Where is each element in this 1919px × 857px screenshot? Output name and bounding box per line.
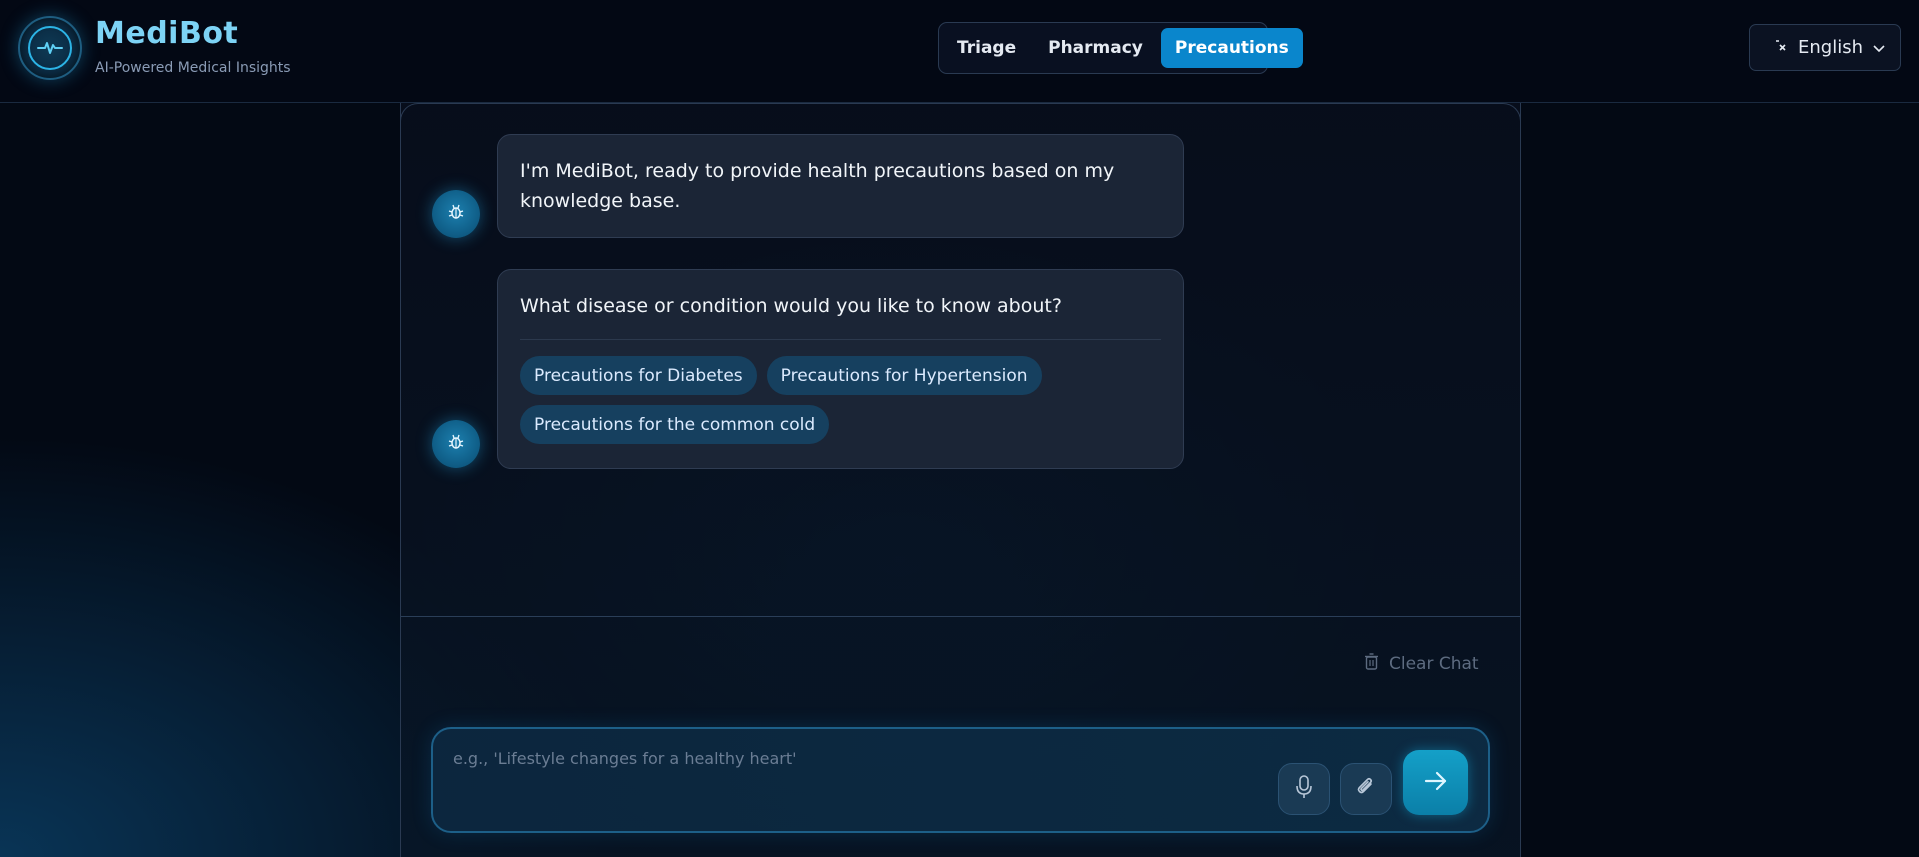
- microphone-icon: [1295, 775, 1313, 803]
- app-title: MediBot: [95, 16, 239, 51]
- message-text: What disease or condition would you like…: [520, 295, 1062, 317]
- panel-divider: [401, 616, 1520, 617]
- heartbeat-icon: [28, 26, 72, 70]
- translate-icon: [1774, 37, 1788, 58]
- clear-chat-label: Clear Chat: [1389, 654, 1479, 674]
- bot-avatar: [432, 420, 480, 468]
- suggestion-chip[interactable]: Precautions for Hypertension: [766, 356, 1042, 395]
- tab-precautions[interactable]: Precautions: [1160, 28, 1303, 68]
- bug-icon: [447, 433, 465, 455]
- app-subtitle: AI-Powered Medical Insights: [95, 60, 291, 76]
- message-text: I'm MediBot, ready to provide health pre…: [520, 160, 1115, 212]
- paperclip-icon: [1355, 776, 1377, 802]
- trash-icon: [1364, 653, 1379, 675]
- send-button[interactable]: [1403, 750, 1468, 815]
- mode-tabs: Triage Pharmacy Precautions: [938, 22, 1303, 74]
- language-label: English: [1798, 37, 1863, 58]
- app-header: MediBot AI-Powered Medical Insights Tria…: [0, 0, 1919, 103]
- suggestion-chip[interactable]: Precautions for Diabetes: [520, 356, 757, 395]
- tab-triage[interactable]: Triage: [943, 28, 1030, 68]
- language-selector[interactable]: English: [1749, 24, 1901, 71]
- message-divider: [520, 339, 1161, 340]
- message-composer: [431, 727, 1490, 833]
- microphone-button[interactable]: [1278, 763, 1330, 815]
- bot-message: I'm MediBot, ready to provide health pre…: [497, 134, 1184, 238]
- suggestion-list: Precautions for Diabetes Precautions for…: [520, 356, 1080, 444]
- chevron-down-icon: [1873, 37, 1885, 58]
- bot-avatar: [432, 190, 480, 238]
- suggestion-chip[interactable]: Precautions for the common cold: [520, 405, 830, 444]
- attach-button[interactable]: [1340, 763, 1392, 815]
- message-input[interactable]: [453, 743, 1253, 773]
- bot-message: What disease or condition would you like…: [497, 269, 1184, 469]
- chat-panel-frame: [400, 103, 1521, 123]
- bug-icon: [447, 203, 465, 225]
- logo[interactable]: [18, 16, 82, 80]
- arrow-right-icon: [1423, 770, 1449, 796]
- tab-pharmacy[interactable]: Pharmacy: [1034, 28, 1157, 68]
- clear-chat-button[interactable]: Clear Chat: [1364, 652, 1479, 676]
